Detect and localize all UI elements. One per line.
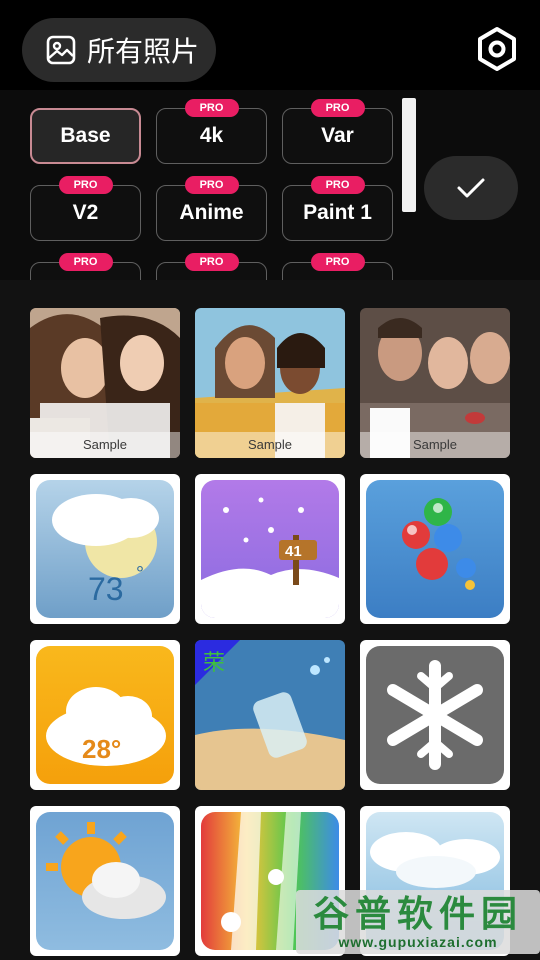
template-tile[interactable]: 73 ° (30, 474, 180, 624)
template-tile[interactable] (30, 806, 180, 956)
sun-cloud-icon (36, 812, 174, 950)
model-selector: Base PRO 4k PRO Var PRO V2 PRO Anime PRO… (0, 90, 540, 280)
pro-badge: PRO (310, 253, 365, 271)
model-chip-anime[interactable]: PRO Anime (156, 176, 267, 241)
album-selector-button[interactable]: 所有照片 (22, 18, 216, 82)
confirm-button[interactable] (424, 156, 518, 220)
watermark-url: www.gupuxiazai.com (338, 934, 498, 950)
model-chip-label: 4k (199, 124, 224, 147)
snow-41-text: 41 (285, 543, 302, 560)
sample-photo[interactable]: Sample (360, 308, 510, 458)
model-chip-label: Paint 1 (303, 201, 372, 224)
model-chip-var[interactable]: PRO Var (282, 99, 393, 164)
pro-badge: PRO (310, 176, 365, 194)
pro-badge: PRO (184, 253, 239, 271)
template-tile[interactable]: 28° (30, 640, 180, 790)
weather-28-icon: 28° (36, 646, 174, 784)
snowflake-icon (366, 646, 504, 784)
pro-badge: PRO (58, 176, 113, 194)
pro-badge: PRO (58, 253, 113, 271)
pro-badge: PRO (184, 176, 239, 194)
model-chip-label: Anime (179, 201, 244, 224)
model-chip-partial[interactable]: PRO (156, 253, 267, 280)
model-chip-label: Base (60, 124, 111, 147)
pro-badge: PRO (310, 99, 365, 117)
weather-28-text: 28° (82, 734, 121, 764)
model-chip-paint-1[interactable]: PRO Paint 1 (282, 176, 393, 241)
bottle-beach-icon: 荣 (195, 640, 345, 790)
weather-73-text: 73 (88, 571, 124, 607)
sample-label: Sample (360, 432, 510, 458)
model-chip-label: V2 (72, 201, 99, 224)
gallery-icon (46, 35, 76, 65)
watermark-overlay: 谷普软件园 www.gupuxiazai.com (296, 890, 540, 954)
sample-label: Sample (30, 432, 180, 458)
sample-photo[interactable]: Sample (195, 308, 345, 458)
model-chip-base[interactable]: Base (30, 108, 141, 164)
weather-73-icon: 73 ° (36, 480, 174, 618)
template-tile[interactable] (360, 474, 510, 624)
sample-label: Sample (195, 432, 345, 458)
template-tile[interactable]: 41 (195, 474, 345, 624)
model-chip-4k[interactable]: PRO 4k (156, 99, 267, 164)
album-label: 所有照片 (87, 36, 200, 67)
check-icon (457, 178, 485, 198)
settings-hexagon-icon[interactable] (474, 26, 520, 72)
snow-sign-41-icon: 41 (201, 480, 339, 618)
sample-photo[interactable]: Sample (30, 308, 180, 458)
model-chip-partial[interactable]: PRO (30, 253, 141, 280)
template-tile[interactable]: 荣 (195, 640, 345, 790)
model-list-scrollbar[interactable] (402, 98, 416, 212)
bubbles-icon (366, 480, 504, 618)
top-bar: 所有照片 (0, 0, 540, 90)
template-tile[interactable] (360, 640, 510, 790)
corner-badge-text: 荣 (203, 650, 225, 675)
model-chip-label: Var (321, 124, 354, 147)
weather-73-degree: ° (136, 563, 144, 585)
watermark-title: 谷普软件园 (312, 893, 523, 934)
model-chip-v2[interactable]: PRO V2 (30, 176, 141, 241)
pro-badge: PRO (184, 99, 239, 117)
model-chip-partial[interactable]: PRO (282, 253, 393, 280)
